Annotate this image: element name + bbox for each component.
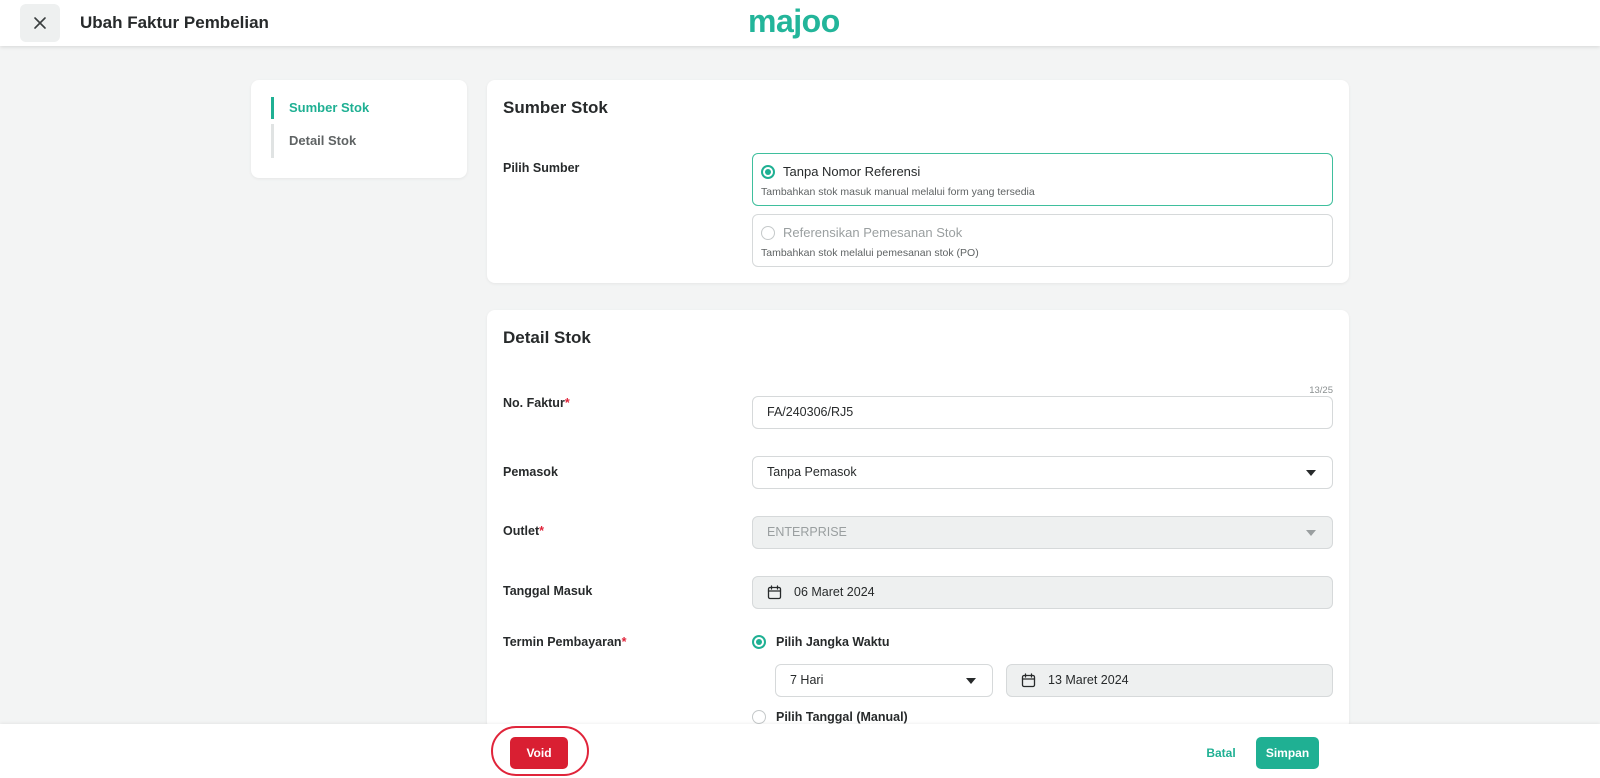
radio-unselected-icon <box>752 710 766 724</box>
calendar-icon <box>1021 673 1036 688</box>
close-icon <box>34 17 46 29</box>
option-label: Referensikan Pemesanan Stok <box>783 225 963 240</box>
pemasok-label: Pemasok <box>503 465 558 479</box>
cancel-button[interactable]: Batal <box>1196 737 1246 769</box>
jatuh-tempo-value: 13 Maret 2024 <box>1048 673 1129 687</box>
jangka-waktu-select[interactable]: 7 Hari <box>775 664 993 697</box>
calendar-icon <box>767 585 782 600</box>
brand-logo: majoo <box>748 3 840 39</box>
tanggal-masuk-label: Tanggal Masuk <box>503 584 593 598</box>
option-description: Tambahkan stok melalui pemesanan stok (P… <box>761 247 979 259</box>
no-faktur-char-count: 13/25 <box>1309 385 1333 396</box>
sumber-stok-card: Sumber Stok Pilih Sumber Tanpa Nomor Ref… <box>487 80 1349 283</box>
jangka-waktu-value: 7 Hari <box>790 673 824 687</box>
close-button[interactable] <box>20 4 60 42</box>
save-button[interactable]: Simpan <box>1256 737 1319 769</box>
pilih-sumber-label: Pilih Sumber <box>503 161 580 175</box>
radio-unselected-icon <box>761 226 775 240</box>
tanggal-masuk-value: 06 Maret 2024 <box>794 585 875 599</box>
radio-selected-icon <box>761 165 775 179</box>
top-bar: Ubah Faktur Pembelian majoo <box>0 0 1600 46</box>
caret-down-icon <box>1306 470 1316 476</box>
caret-down-icon <box>1306 530 1316 536</box>
termin-label-text: Termin Pembayaran <box>503 635 622 649</box>
void-button[interactable]: Void <box>510 737 568 769</box>
no-faktur-label: No. Faktur* <box>503 396 570 410</box>
tanggal-masuk-input[interactable]: 06 Maret 2024 <box>752 576 1333 609</box>
source-option-referensi-po[interactable]: Referensikan Pemesanan Stok Tambahkan st… <box>752 214 1333 267</box>
sumber-stok-title: Sumber Stok <box>503 98 608 117</box>
footer-actions: Void Batal Simpan <box>0 724 1600 778</box>
termin-pembayaran-label: Termin Pembayaran* <box>503 635 626 649</box>
jatuh-tempo-date: 13 Maret 2024 <box>1006 664 1333 697</box>
required-marker: * <box>539 524 544 538</box>
option-description: Tambahkan stok masuk manual melalui form… <box>761 186 1035 198</box>
outlet-select: ENTERPRISE <box>752 516 1333 549</box>
required-marker: * <box>564 396 570 410</box>
option-label: Tanpa Nomor Referensi <box>783 164 921 179</box>
caret-down-icon <box>966 678 976 684</box>
radio-tanggal-manual-label: Pilih Tanggal (Manual) <box>776 710 908 724</box>
outlet-value: ENTERPRISE <box>767 525 847 539</box>
outlet-label: Outlet* <box>503 524 544 538</box>
sidenav-item-detail-stok[interactable]: Detail Stok <box>271 124 451 158</box>
outlet-label-text: Outlet <box>503 524 540 538</box>
pemasok-value: Tanpa Pemasok <box>767 465 857 479</box>
radio-selected-icon <box>752 635 766 649</box>
no-faktur-label-text: No. Faktur <box>503 396 565 410</box>
sidenav-item-sumber-stok[interactable]: Sumber Stok <box>271 97 451 119</box>
detail-stok-card: Detail Stok No. Faktur* 13/25 FA/240306/… <box>487 310 1349 730</box>
required-marker: * <box>621 635 627 649</box>
pemasok-select[interactable]: Tanpa Pemasok <box>752 456 1333 489</box>
source-option-tanpa-referensi[interactable]: Tanpa Nomor Referensi Tambahkan stok mas… <box>752 153 1333 206</box>
no-faktur-input[interactable]: FA/240306/RJ5 <box>752 396 1333 429</box>
page-title: Ubah Faktur Pembelian <box>80 13 269 32</box>
detail-stok-title: Detail Stok <box>503 328 591 347</box>
section-nav: Sumber Stok Detail Stok <box>251 80 467 178</box>
radio-jangka-waktu-label: Pilih Jangka Waktu <box>776 635 890 649</box>
